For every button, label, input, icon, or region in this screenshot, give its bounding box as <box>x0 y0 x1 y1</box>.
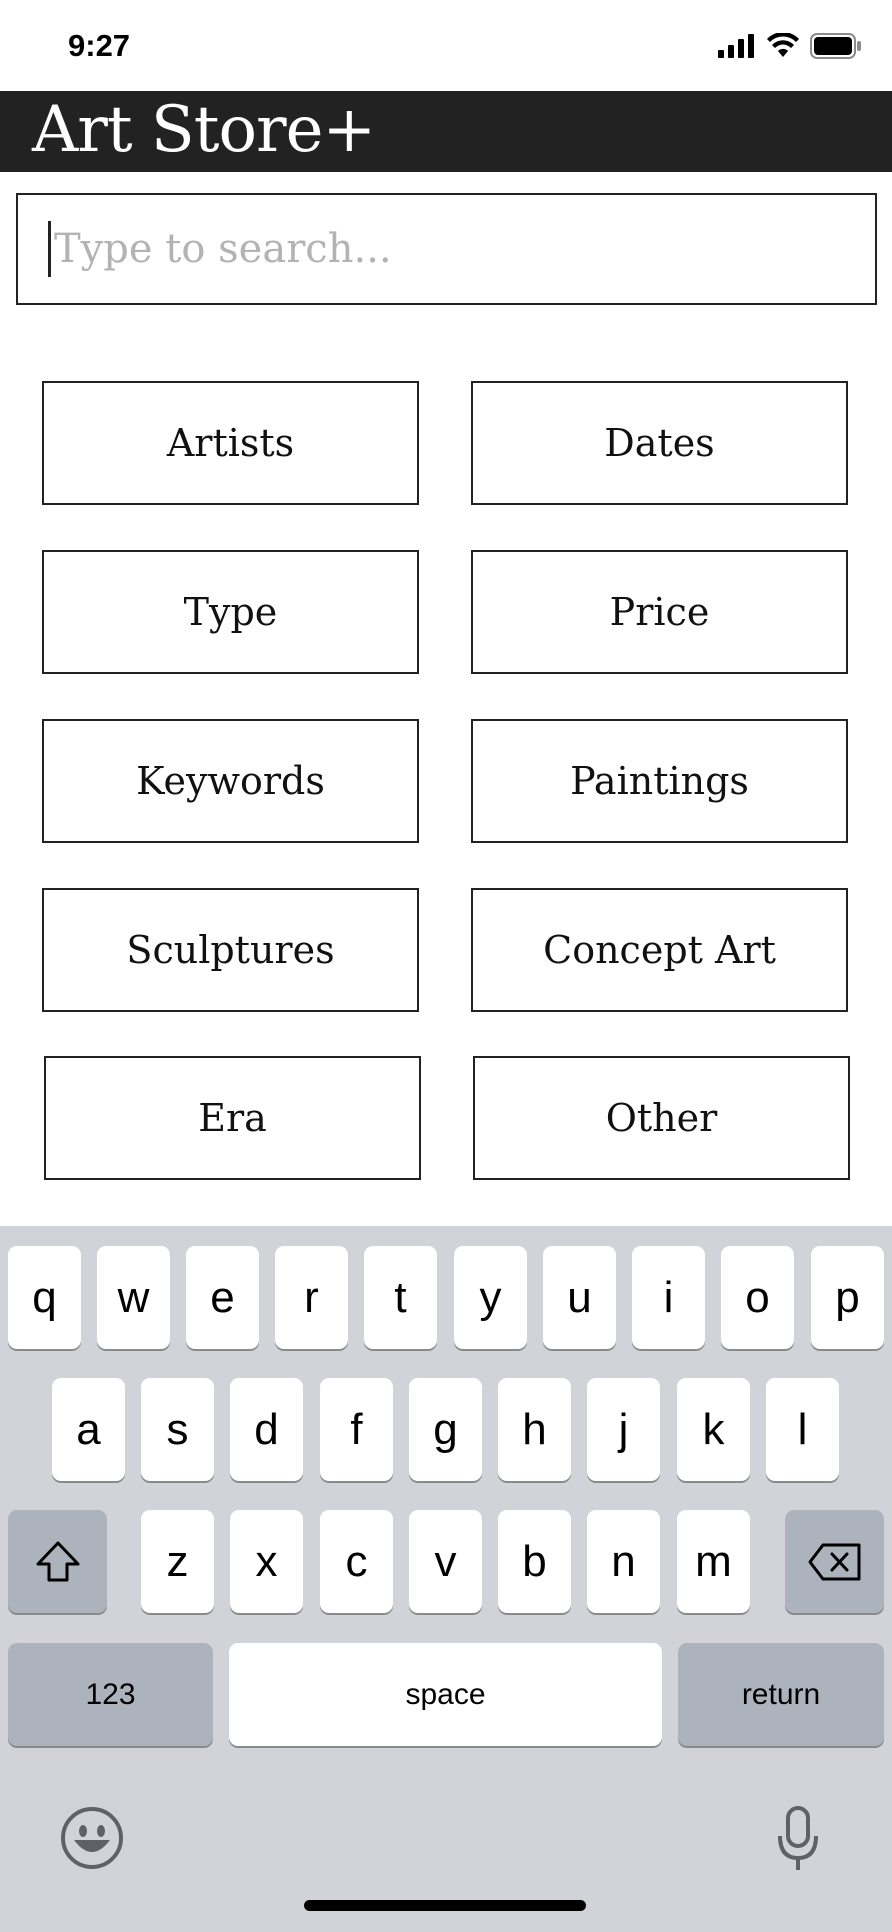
category-button-concept-art[interactable]: Concept Art <box>471 888 848 1012</box>
return-key[interactable]: return <box>678 1643 884 1746</box>
category-button-keywords[interactable]: Keywords <box>42 719 419 843</box>
key-f[interactable]: f <box>320 1378 393 1481</box>
signal-icon <box>718 34 754 58</box>
delete-icon <box>808 1543 860 1580</box>
category-button-type[interactable]: Type <box>42 550 419 674</box>
key-k[interactable]: k <box>677 1378 750 1481</box>
category-button-artists[interactable]: Artists <box>42 381 419 505</box>
battery-icon <box>810 33 861 59</box>
key-z[interactable]: z <box>141 1510 214 1613</box>
home-indicator <box>304 1900 586 1911</box>
key-t[interactable]: t <box>364 1246 437 1349</box>
key-r[interactable]: r <box>275 1246 348 1349</box>
key-x[interactable]: x <box>230 1510 303 1613</box>
status-icons <box>718 33 862 59</box>
search-box[interactable] <box>16 193 877 305</box>
status-bar: 9:27 <box>0 0 892 91</box>
category-button-paintings[interactable]: Paintings <box>471 719 848 843</box>
shift-key[interactable] <box>8 1510 107 1613</box>
key-e[interactable]: e <box>186 1246 259 1349</box>
key-p[interactable]: p <box>811 1246 884 1349</box>
key-m[interactable]: m <box>677 1510 750 1613</box>
key-y[interactable]: y <box>454 1246 527 1349</box>
key-s[interactable]: s <box>141 1378 214 1481</box>
app-title: Art Store+ <box>32 93 376 167</box>
key-j[interactable]: j <box>587 1378 660 1481</box>
key-i[interactable]: i <box>632 1246 705 1349</box>
key-l[interactable]: l <box>766 1378 839 1481</box>
keyboard: q w e r t y u i o p a s d f g h j k l z … <box>0 1226 892 1932</box>
emoji-icon[interactable] <box>60 1806 124 1870</box>
delete-key[interactable] <box>785 1510 884 1613</box>
wifi-icon <box>767 33 799 57</box>
key-d[interactable]: d <box>230 1378 303 1481</box>
space-key[interactable]: space <box>229 1643 662 1746</box>
key-g[interactable]: g <box>409 1378 482 1481</box>
key-u[interactable]: u <box>543 1246 616 1349</box>
microphone-icon[interactable] <box>776 1806 820 1872</box>
key-a[interactable]: a <box>52 1378 125 1481</box>
key-w[interactable]: w <box>97 1246 170 1349</box>
key-o[interactable]: o <box>721 1246 794 1349</box>
app-header: Art Store+ <box>0 91 892 172</box>
key-n[interactable]: n <box>587 1510 660 1613</box>
category-button-sculptures[interactable]: Sculptures <box>42 888 419 1012</box>
key-v[interactable]: v <box>409 1510 482 1613</box>
category-button-price[interactable]: Price <box>471 550 848 674</box>
search-input[interactable] <box>48 213 848 285</box>
numbers-key[interactable]: 123 <box>8 1643 213 1746</box>
category-button-other[interactable]: Other <box>473 1056 850 1180</box>
category-button-era[interactable]: Era <box>44 1056 421 1180</box>
category-button-dates[interactable]: Dates <box>471 381 848 505</box>
key-h[interactable]: h <box>498 1378 571 1481</box>
key-c[interactable]: c <box>320 1510 393 1613</box>
key-q[interactable]: q <box>8 1246 81 1349</box>
status-time: 9:27 <box>68 28 131 63</box>
shift-icon <box>36 1541 79 1581</box>
key-b[interactable]: b <box>498 1510 571 1613</box>
